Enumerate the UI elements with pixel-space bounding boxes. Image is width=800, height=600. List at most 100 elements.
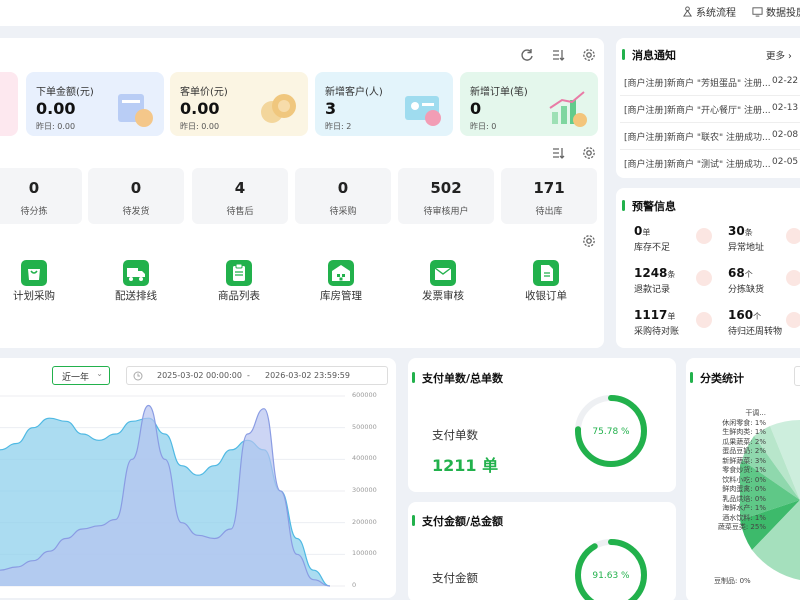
date-end[interactable]: 2026-03-02 23:59:59 (265, 371, 350, 380)
stat-pending-sort[interactable]: 0 待分拣 (0, 168, 82, 224)
stat-value: 0 (130, 179, 142, 197)
y-tick-label: 100000 (352, 549, 377, 558)
warning-decor-icon (786, 312, 800, 328)
date-range-picker[interactable]: 2025-03-02 00:00:00 - 2026-03-02 23:59:5… (126, 366, 388, 385)
quick-action-cashier-orders[interactable]: 收银订单 (516, 260, 576, 303)
warning-decor-icon (696, 312, 712, 328)
data-screen-link[interactable]: 数据投屏 (752, 4, 800, 19)
message-item[interactable]: [商户注册]新商户 "联农" 注册成功... 02-08 (624, 130, 800, 143)
pay-amount-title: 支付金额/总金额 (412, 513, 503, 529)
summary-card-new-customers[interactable]: 新增客户(人) 3 昨日: 2 (315, 72, 453, 136)
quick-action-label: 商品列表 (218, 290, 260, 302)
stat-pending-ship[interactable]: 0 待发货 (88, 168, 184, 224)
quick-action-plan-purchase[interactable]: 计划采购 (4, 260, 64, 303)
message-date: 02-13 (772, 103, 799, 113)
stat-pending-aftersale[interactable]: 4 待售后 (192, 168, 288, 224)
quick-action-warehouse[interactable]: 库房管理 (311, 260, 371, 303)
message-item[interactable]: [商户注册]新商户 "开心餐厅" 注册... 02-13 (624, 103, 800, 116)
quick-action-invoice-review[interactable]: 发票审核 (413, 260, 473, 303)
pay-count-ring: 75.78 % (575, 395, 647, 467)
message-text: [商户注册]新商户 "芳姐蛋品" 注册... (624, 79, 771, 89)
summary-card-new-orders[interactable]: 新增订单(笔) 0 昨日: 0 (460, 72, 598, 136)
message-text: [商户注册]新商户 "联农" 注册成功... (624, 133, 771, 143)
clock-icon (133, 371, 143, 381)
pay-count-label: 支付单数 (432, 428, 478, 442)
quick-action-product-list[interactable]: 商品列表 (209, 260, 269, 303)
flow-icon (682, 6, 693, 17)
summary-card-order-amount[interactable]: 下单金额(元) 0.00 昨日: 0.00 (26, 72, 164, 136)
sort-icon[interactable] (551, 48, 565, 62)
chevron-down-icon: ⌄ (96, 369, 103, 378)
card-yesterday: 昨日: 0.00 (36, 122, 76, 131)
stat-pending-outbound[interactable]: 171 待出库 (501, 168, 597, 224)
card-yesterday: 昨日: 0.00 (180, 122, 220, 131)
category-label: 饮料小吃: 0% (722, 475, 766, 484)
warning-decor-icon (696, 270, 712, 286)
stat-value: 502 (430, 179, 462, 197)
range-select[interactable]: 近一年 ⌄ (52, 366, 110, 385)
settings-gear-icon-2[interactable] (582, 146, 596, 160)
category-title: 分类统计 (690, 370, 744, 386)
stat-value: 0 (28, 179, 40, 197)
settings-gear-icon-3[interactable] (582, 234, 596, 248)
y-tick-label: 300000 (352, 486, 377, 494)
warning-refund-records[interactable]: 1248条 退款记录 (634, 266, 675, 295)
warning-sorting-shortage[interactable]: 68个 分拣缺货 (728, 266, 764, 295)
message-date: 02-22 (772, 76, 799, 86)
card-title: 新增客户(人) (325, 87, 383, 98)
quick-action-label: 配送排线 (115, 290, 157, 302)
stat-value: 171 (533, 179, 565, 197)
data-screen-label: 数据投屏 (766, 8, 800, 19)
stat-label: 待发货 (122, 207, 150, 217)
category-label: 酒水饮料: 1% (722, 513, 766, 522)
card-value: 3 (325, 99, 337, 118)
warning-purchase-reconcile[interactable]: 1117单 采购待对账 (634, 308, 679, 337)
stat-label: 待采购 (329, 207, 357, 217)
summary-card-avg-price[interactable]: 客单价(元) 0.00 昨日: 0.00 (170, 72, 308, 136)
stat-label: 待售后 (226, 207, 254, 217)
date-start[interactable]: 2025-03-02 00:00:00 (157, 371, 242, 380)
messages-title: 消息通知 (622, 47, 676, 63)
pay-count-title: 支付单数/总单数 (412, 370, 503, 386)
message-text: [商户注册]新商户 "开心餐厅" 注册... (624, 106, 771, 116)
message-date: 02-05 (772, 157, 799, 167)
document-icon (533, 260, 559, 286)
trend-area-chart (0, 395, 345, 587)
system-flow-link[interactable]: 系统流程 (682, 4, 736, 19)
card-value: 0.00 (180, 99, 220, 118)
category-label: 零食炒货: 1% (722, 466, 766, 474)
category-label: 休闲零食: 1% (722, 418, 766, 427)
warnings-title: 预警信息 (622, 198, 676, 214)
quick-action-label: 库房管理 (320, 290, 362, 302)
y-tick-label: 0 (352, 581, 357, 589)
message-text: [商户注册]新商户 "测试" 注册成功... (624, 160, 771, 170)
quick-action-label: 发票审核 (422, 290, 464, 302)
calendar-coin-icon (118, 94, 153, 127)
category-filter-select[interactable] (794, 366, 800, 386)
stat-pending-review-users[interactable]: 502 待审核用户 (398, 168, 494, 224)
message-item[interactable]: [商户注册]新商户 "芳姐蛋品" 注册... 02-22 (624, 76, 800, 89)
category-label: 新鲜蔬菜: 3% (722, 456, 766, 465)
monitor-icon (752, 7, 763, 17)
settings-gear-icon[interactable] (582, 48, 596, 62)
stat-label: 待出库 (535, 207, 563, 217)
sort-icon-2[interactable] (551, 146, 565, 160)
message-item[interactable]: [商户注册]新商户 "测试" 注册成功... 02-05 (624, 157, 800, 170)
refresh-icon[interactable] (520, 48, 534, 62)
stat-value: 0 (337, 179, 349, 197)
card-value: 0 (470, 99, 482, 118)
quick-action-delivery-route[interactable]: 配送排线 (106, 260, 166, 303)
category-label: 乳品烘焙: 0% (722, 494, 766, 503)
card-title: 下单金额(元) (36, 87, 94, 98)
warning-stock-shortage[interactable]: 0单 库存不足 (634, 224, 670, 253)
coins-icon (261, 94, 296, 123)
category-label: 生鲜肉类: 1% (722, 428, 766, 436)
stat-pending-purchase[interactable]: 0 待采购 (295, 168, 391, 224)
warning-return-containers[interactable]: 160个 待归还周转物 (728, 308, 782, 337)
y-tick-label: 400000 (352, 454, 377, 463)
message-date: 02-08 (772, 130, 799, 140)
stat-value: 4 (234, 179, 246, 197)
messages-more-link[interactable]: 更多 › (766, 48, 792, 62)
warning-abnormal-address[interactable]: 30条 异常地址 (728, 224, 764, 253)
card-title: 客单价(元) (180, 87, 228, 98)
